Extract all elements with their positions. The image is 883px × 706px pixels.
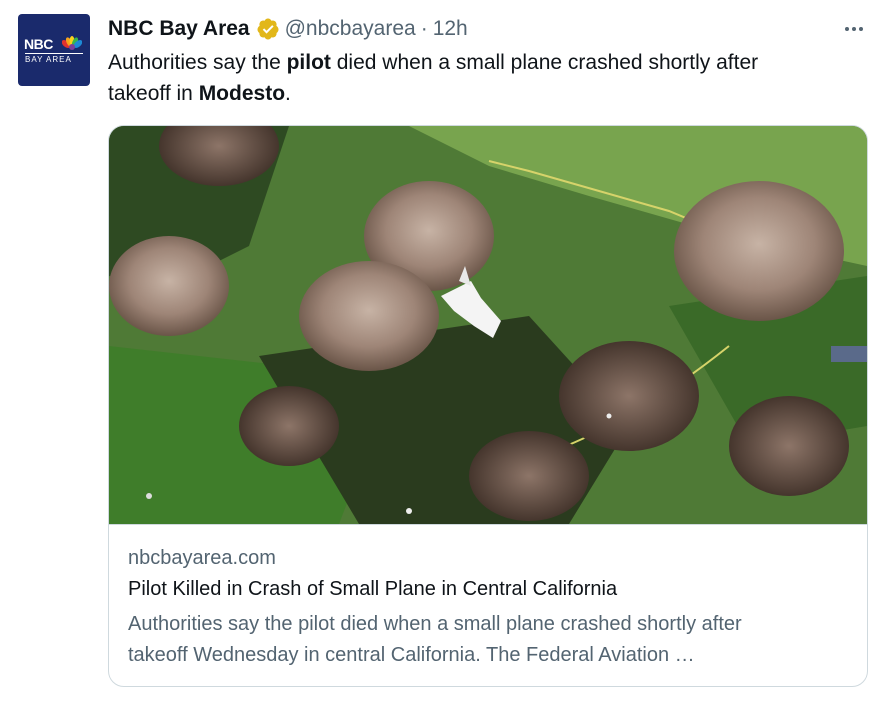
text-bold-segment: Modesto <box>198 82 286 105</box>
tweet-timestamp[interactable]: 12h <box>433 17 468 41</box>
card-description: Authorities say the pilot died when a sm… <box>128 609 848 671</box>
tweet-text-line-1: Authorities say the pilot died when a sm… <box>108 47 848 78</box>
text-segment: died when a small plane crashed shortly … <box>330 51 759 74</box>
user-handle[interactable]: @nbcbayarea <box>285 17 416 41</box>
card-description-line-1: Authorities say the pilot died when a sm… <box>128 613 742 635</box>
separator-dot: · <box>420 17 428 40</box>
display-name[interactable]: NBC Bay Area <box>108 17 250 41</box>
tweet-text: Authorities say the pilot died when a sm… <box>108 47 848 109</box>
card-image[interactable] <box>109 126 867 524</box>
avatar-logo-subtext: BAY AREA <box>25 53 83 64</box>
card-description-line-2: takeoff Wednesday in central California.… <box>128 644 695 666</box>
tweet-header: NBC Bay Area @nbcbayarea · 12h <box>108 16 468 42</box>
verified-badge-icon <box>257 18 279 40</box>
tweet: NBC BAY AREA NBC Bay Area @nbcbayarea · … <box>0 0 883 706</box>
link-preview-card[interactable]: nbcbayarea.com Pilot Killed in Crash of … <box>108 125 868 687</box>
text-segment: takeoff in <box>108 82 199 105</box>
text-segment: Authorities say the <box>108 51 287 74</box>
avatar[interactable]: NBC BAY AREA <box>18 14 90 86</box>
avatar-logo-text: NBC <box>24 36 53 52</box>
peacock-icon <box>62 36 82 50</box>
text-segment: . <box>285 82 291 105</box>
card-title: Pilot Killed in Crash of Small Plane in … <box>128 578 618 600</box>
card-divider <box>109 524 867 525</box>
text-bold-segment: pilot <box>286 51 331 74</box>
card-domain: nbcbayarea.com <box>128 547 276 569</box>
more-dot <box>852 27 856 31</box>
tweet-text-line-2: takeoff in Modesto. <box>108 78 848 109</box>
more-options-icon[interactable] <box>838 18 870 40</box>
more-dot <box>845 27 849 31</box>
more-dot <box>859 27 863 31</box>
